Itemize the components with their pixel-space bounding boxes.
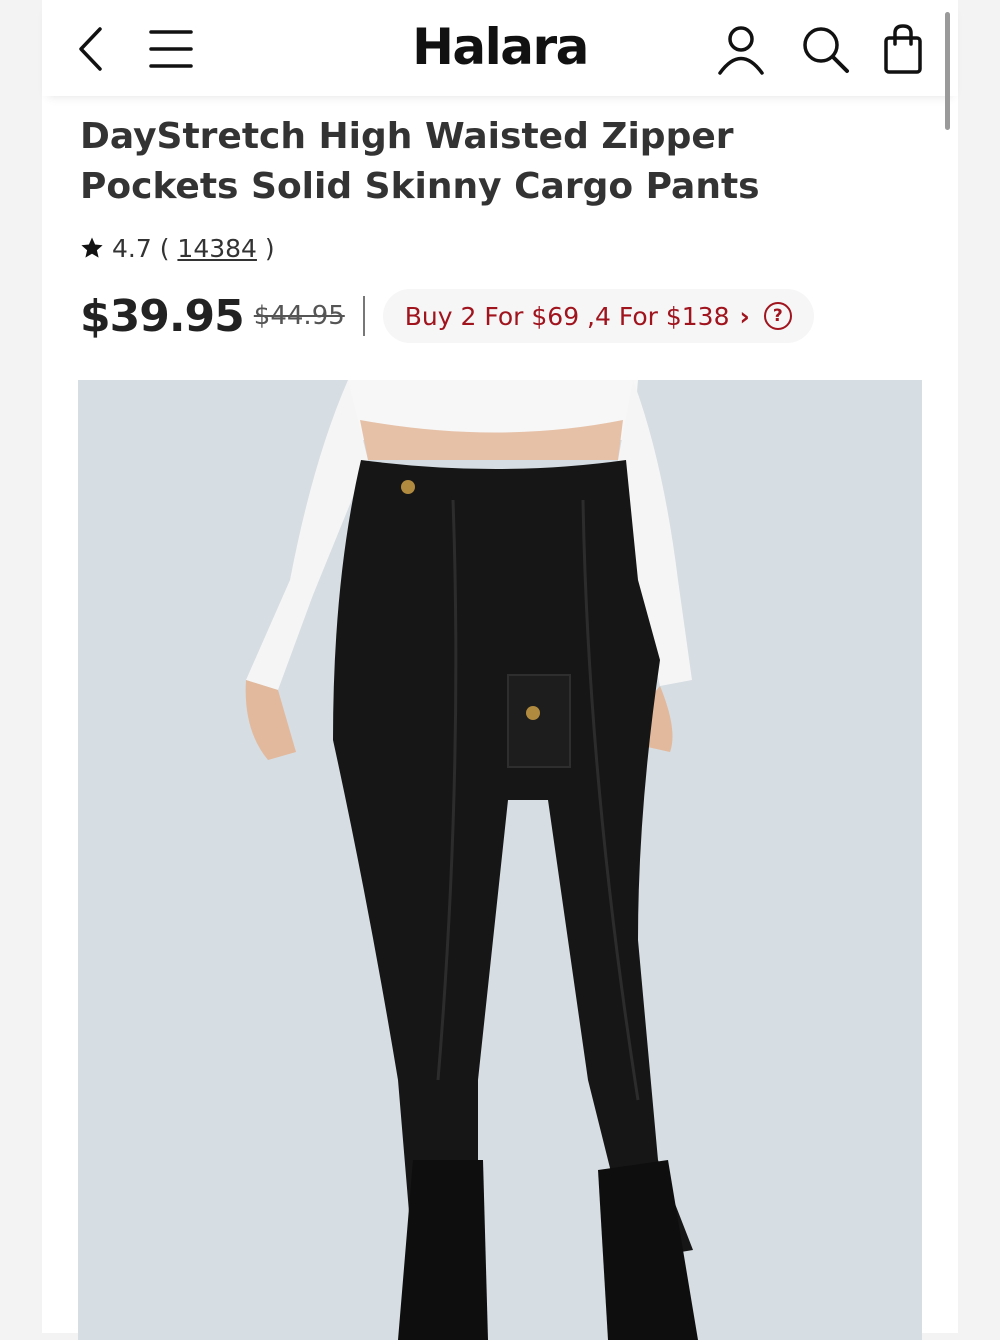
original-price: $44.95 <box>253 301 345 331</box>
product-page: Halara DayStretch High Waisted Zipper Po… <box>42 0 958 1340</box>
price-divider <box>362 296 365 336</box>
search-icon[interactable] <box>800 24 852 76</box>
rating-paren-open: ( <box>151 233 178 263</box>
account-icon[interactable] <box>716 24 766 76</box>
help-icon[interactable]: ? <box>763 302 792 330</box>
rating-value: 4.7 <box>112 233 152 263</box>
product-image[interactable] <box>78 380 922 1340</box>
scrollbar[interactable] <box>945 12 950 130</box>
product-title: DayStretch High Waisted Zipper Pockets S… <box>80 116 760 207</box>
product-photo-illustration <box>245 380 698 1340</box>
promo-label: Buy 2 For $69 ,4 For $138 <box>404 301 730 331</box>
rating-row[interactable]: 4.7 ( 14384 ) <box>80 230 275 266</box>
star-icon <box>81 237 103 258</box>
rating-paren-close: ) <box>256 233 275 263</box>
review-count-link[interactable]: 14384 <box>177 234 257 263</box>
bundle-promo-button[interactable]: Buy 2 For $69 ,4 For $138 › ? <box>382 289 814 343</box>
price-row: $39.95 $44.95 Buy 2 For $69 ,4 For $138 … <box>80 286 814 346</box>
chevron-right-icon: › <box>739 301 750 331</box>
cart-icon[interactable] <box>882 22 924 76</box>
sale-price: $39.95 <box>80 290 245 342</box>
top-nav-bar: Halara <box>42 0 958 96</box>
